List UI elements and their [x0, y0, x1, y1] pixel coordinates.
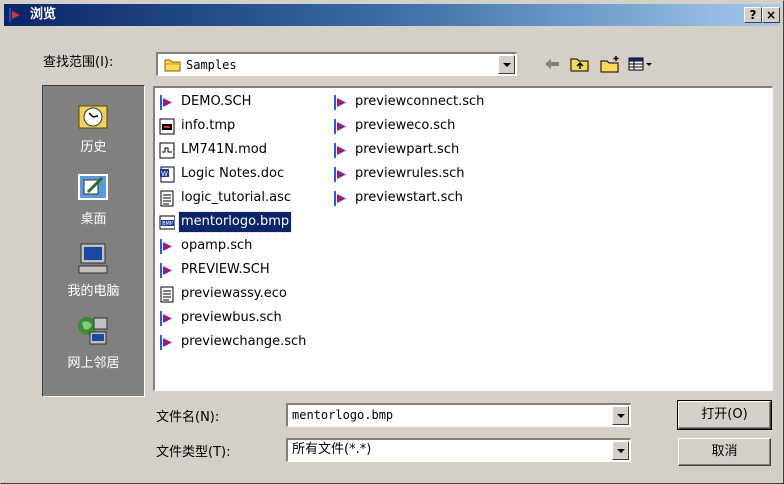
file-name: LM741N.mod [181, 142, 267, 157]
schematic-file-icon [334, 167, 346, 182]
place-desktop[interactable]: 桌面 [43, 164, 144, 236]
schematic-file-icon [160, 263, 172, 278]
file-name-dropdown-button[interactable] [612, 406, 629, 425]
file-name: previewpart.sch [355, 142, 460, 157]
back-icon[interactable] [541, 55, 563, 73]
schematic-file-icon [334, 143, 346, 158]
desktop-icon [78, 174, 108, 200]
help-button[interactable]: ? [744, 7, 762, 23]
file-name: previewchange.sch [181, 334, 307, 349]
look-in-value: Samples [186, 58, 237, 72]
schematic-file-icon [160, 239, 172, 254]
place-my-computer[interactable]: 我的电脑 [43, 236, 144, 308]
file-type-combo[interactable]: 所有文件(*.*) [286, 438, 631, 462]
file-name: PREVIEW.SCH [181, 262, 270, 277]
place-history-label: 历史 [80, 140, 107, 155]
svg-text:W: W [161, 170, 168, 178]
app-arrow-icon [9, 8, 20, 22]
file-name: Logic Notes.doc [181, 166, 285, 181]
file-name-label: 文件名(N): [156, 410, 220, 425]
file-name: previewstart.sch [355, 190, 463, 205]
window-title: 浏览 [30, 7, 57, 22]
up-folder-icon[interactable] [569, 55, 591, 73]
close-button[interactable]: × [762, 7, 780, 23]
place-network[interactable]: 网上邻居 [43, 308, 144, 380]
place-history[interactable]: 历史 [43, 92, 144, 164]
file-name: mentorlogo.bmp [177, 211, 293, 233]
schematic-file-icon [160, 95, 172, 110]
schematic-file-icon [160, 311, 172, 326]
schematic-file-icon [334, 95, 346, 110]
schematic-file-icon [334, 119, 346, 134]
bmp-file-icon: BMP [159, 215, 175, 230]
cancel-button[interactable]: 取消 [678, 438, 771, 466]
file-name: previewrules.sch [355, 166, 465, 181]
schematic-file-icon [160, 335, 172, 350]
text-file-icon [160, 286, 174, 303]
file-name: previewassy.eco [181, 286, 287, 301]
file-name: logic_tutorial.asc [181, 190, 292, 205]
file-name: previewconnect.sch [355, 94, 485, 109]
file-name: info.tmp [181, 118, 236, 133]
svg-text:BMP: BMP [162, 221, 173, 227]
mod-file-icon [159, 142, 175, 159]
place-desktop-label: 桌面 [80, 212, 107, 227]
open-button[interactable]: 打开(O) [677, 400, 772, 430]
text-file-icon [160, 190, 174, 207]
look-in-dropdown-button[interactable] [498, 55, 515, 74]
file-name: previewbus.sch [181, 310, 282, 325]
file-type-value: 所有文件(*.*) [292, 442, 372, 457]
file-name-value: mentorlogo.bmp [292, 408, 394, 422]
view-menu-icon[interactable] [627, 55, 653, 73]
history-icon [78, 105, 108, 129]
my-computer-icon [78, 243, 108, 274]
file-name: previeweco.sch [355, 118, 456, 133]
place-network-label: 网上邻居 [67, 356, 120, 371]
look-in-label: 查找范围(I): [43, 55, 114, 70]
word-file-icon: W [160, 166, 175, 183]
browse-dialog: 浏览 ? × 查找范围(I): Samples 历史 桌面 我的电脑 网上邻居 … [0, 0, 784, 484]
schematic-file-icon [334, 191, 346, 206]
file-type-dropdown-button[interactable] [612, 441, 629, 460]
places-bar: 历史 桌面 我的电脑 网上邻居 [42, 85, 145, 397]
file-type-label: 文件类型(T): [156, 445, 231, 460]
place-my-computer-label: 我的电脑 [67, 284, 120, 299]
title-bar[interactable]: 浏览 ? × [4, 4, 780, 26]
file-list[interactable]: DEMO.SCH info.tmp LM741N.mod W Logic Notes.d… [153, 86, 773, 391]
file-name-combo[interactable]: mentorlogo.bmp [286, 403, 631, 427]
look-in-combo[interactable]: Samples [156, 52, 517, 76]
file-name: opamp.sch [181, 238, 253, 253]
file-name: DEMO.SCH [181, 94, 252, 109]
network-icon [78, 317, 108, 345]
new-folder-icon[interactable] [599, 55, 621, 73]
folder-icon [164, 59, 181, 72]
tmp-file-icon [159, 118, 175, 135]
